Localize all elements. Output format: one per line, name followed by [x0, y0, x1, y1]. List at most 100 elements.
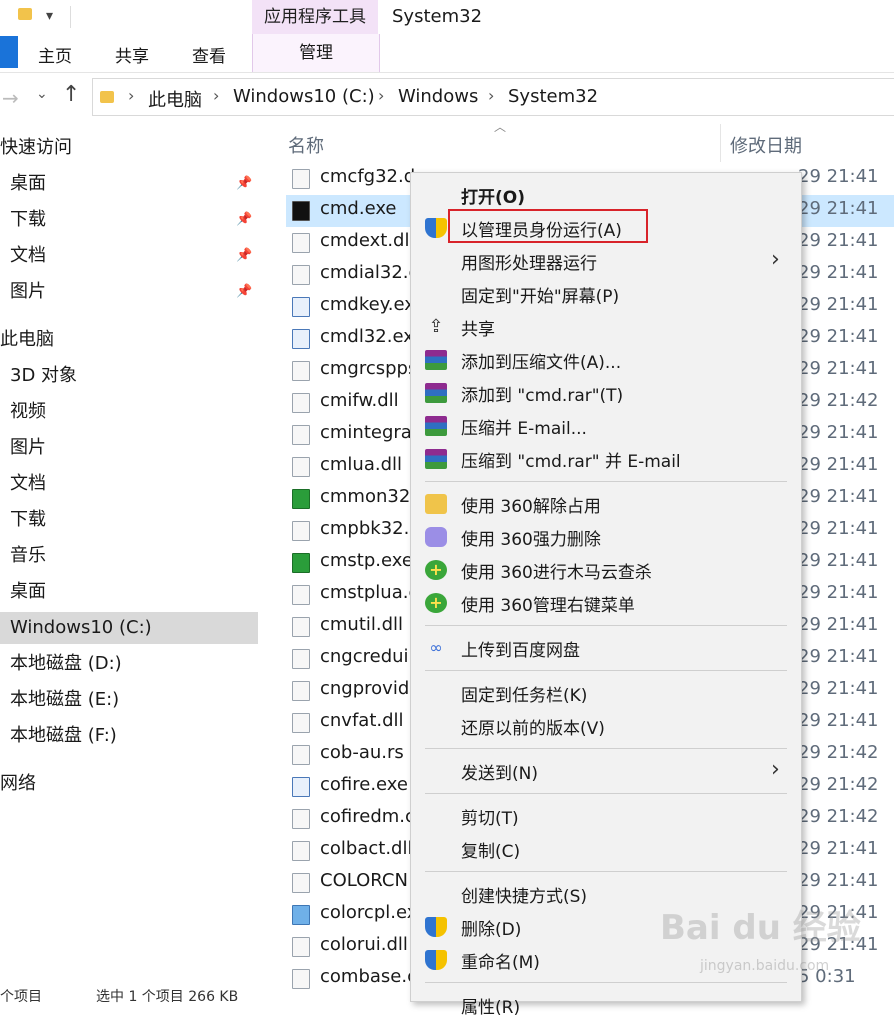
breadcrumb-windows[interactable]: Windows	[398, 86, 478, 107]
360-unlock-icon	[425, 494, 447, 514]
tab-home[interactable]: 主页	[38, 42, 72, 67]
breadcrumb-separator-icon[interactable]: ›	[378, 86, 384, 105]
sidebar-item-label: Windows10 (C:)	[10, 617, 152, 638]
status-bar: 个项目 选中 1 个项目 266 KB	[0, 986, 894, 1005]
watermark-logo: Bai du 经验	[660, 908, 861, 948]
tab-file[interactable]	[0, 36, 18, 68]
tab-manage[interactable]: 管理	[252, 34, 380, 72]
sidebar-item[interactable]: 本地磁盘 (E:)	[0, 684, 258, 716]
menu-item[interactable]: 压缩到 "cmd.rar" 并 E-mail	[411, 443, 801, 475]
menu-item[interactable]: 剪切(T)	[411, 800, 801, 832]
menu-item[interactable]: 用图形处理器运行 ›	[411, 245, 801, 277]
menu-separator	[425, 982, 787, 983]
column-header-name[interactable]: 名称	[288, 132, 324, 158]
menu-item[interactable]: 固定到"开始"屏幕(P)	[411, 278, 801, 310]
menu-item[interactable]: 发送到(N) ›	[411, 755, 801, 787]
file-icon	[292, 425, 310, 445]
window-title: System32	[392, 6, 483, 27]
breadcrumb-this-pc[interactable]: 此电脑	[148, 86, 202, 112]
column-header-date[interactable]: 修改日期	[730, 132, 802, 158]
sidebar-item[interactable]: 视频	[0, 396, 258, 428]
sidebar-item[interactable]: 网络	[0, 768, 258, 800]
menu-item[interactable]: 使用 360强力删除	[411, 521, 801, 553]
file-icon	[292, 745, 310, 765]
file-name: colbact.dll	[320, 838, 413, 859]
sidebar-item[interactable]: 下载	[0, 504, 258, 536]
file-icon	[292, 361, 310, 381]
menu-item[interactable]: + 使用 360管理右键菜单	[411, 587, 801, 619]
pin-icon[interactable]: 📌	[236, 240, 252, 272]
menu-item[interactable]: 还原以前的版本(V)	[411, 710, 801, 742]
menu-item-label: 上传到百度网盘	[461, 641, 580, 661]
menu-item-label: 用图形处理器运行	[461, 254, 597, 274]
file-icon	[292, 233, 310, 253]
chevron-right-icon: ›	[771, 247, 780, 272]
menu-item[interactable]: ∞ 上传到百度网盘	[411, 632, 801, 664]
sidebar-item[interactable]: 桌面 📌	[0, 168, 258, 200]
file-name: cmdial32.c	[320, 262, 419, 283]
breadcrumb-drive-c[interactable]: Windows10 (C:)	[233, 86, 375, 107]
sidebar-item[interactable]: 桌面	[0, 576, 258, 608]
menu-item[interactable]: 使用 360解除占用	[411, 488, 801, 520]
recent-locations-chevron-icon[interactable]: ⌄	[36, 86, 48, 102]
sidebar-item-label: 图片	[10, 281, 46, 302]
sidebar-item[interactable]: 本地磁盘 (F:)	[0, 720, 258, 752]
sidebar-item[interactable]: 文档	[0, 468, 258, 500]
column-divider[interactable]	[720, 124, 721, 162]
menu-item[interactable]: 复制(C)	[411, 833, 801, 865]
360-shred-icon	[425, 527, 447, 547]
file-name: combase.c	[320, 966, 417, 987]
file-date: 29 21:41	[798, 582, 879, 603]
sidebar-item[interactable]: 下载 📌	[0, 204, 258, 236]
menu-item[interactable]: 固定到任务栏(K)	[411, 677, 801, 709]
folder-icon	[100, 88, 114, 107]
breadcrumb-system32[interactable]: System32	[508, 86, 598, 107]
file-date: 29 21:41	[798, 294, 879, 315]
tab-share[interactable]: 共享	[115, 42, 149, 67]
sidebar-item[interactable]: 音乐	[0, 540, 258, 572]
breadcrumb-separator-icon[interactable]: ›	[213, 86, 219, 105]
pin-icon[interactable]: 📌	[236, 168, 252, 200]
context-menu: 打开(O) 以管理员身份运行(A) 用图形处理器运行 › 固定到"开始"屏幕(P) ⇪ 共享…	[410, 172, 802, 1018]
menu-item[interactable]: 添加到 "cmd.rar"(T)	[411, 377, 801, 409]
sidebar-item[interactable]: 此电脑	[0, 324, 258, 356]
file-date: 29 21:41	[798, 198, 879, 219]
sidebar-item[interactable]: 图片	[0, 432, 258, 464]
pin-icon[interactable]: 📌	[236, 276, 252, 308]
sidebar-item[interactable]: 图片 📌	[0, 276, 258, 308]
file-date: 29 21:41	[798, 230, 879, 251]
file-icon	[292, 297, 310, 317]
tab-view[interactable]: 查看	[192, 42, 226, 67]
sidebar-item[interactable]: Windows10 (C:)	[0, 612, 258, 644]
file-icon	[292, 777, 310, 797]
menu-item-label: 添加到压缩文件(A)...	[461, 353, 622, 373]
folder-icon[interactable]	[18, 8, 32, 24]
sidebar-item[interactable]: 快速访问	[0, 132, 258, 164]
menu-item[interactable]: ⇪ 共享	[411, 311, 801, 343]
breadcrumb-separator-icon[interactable]: ›	[128, 86, 134, 105]
file-icon	[292, 265, 310, 285]
sidebar-item[interactable]: 文档 📌	[0, 240, 258, 272]
menu-item-label: 使用 360管理右键菜单	[461, 596, 635, 616]
chevron-down-icon[interactable]: ▾	[46, 8, 53, 24]
breadcrumb-separator-icon[interactable]: ›	[488, 86, 494, 105]
up-arrow-icon[interactable]: ↑	[62, 82, 80, 107]
sidebar-item[interactable]: 3D 对象	[0, 360, 258, 392]
file-date: 29 21:41	[798, 166, 879, 187]
back-arrow-icon[interactable]: →	[2, 86, 19, 110]
menu-item[interactable]: 打开(O)	[411, 179, 801, 211]
file-date: 29 21:42	[798, 774, 879, 795]
share-icon: ⇪	[428, 316, 444, 337]
menu-item[interactable]: + 使用 360进行木马云查杀	[411, 554, 801, 586]
sidebar-item[interactable]: 本地磁盘 (D:)	[0, 648, 258, 680]
file-date: 29 21:42	[798, 390, 879, 411]
pin-icon[interactable]: 📌	[236, 204, 252, 236]
sidebar-item-label: 下载	[10, 509, 46, 530]
menu-item[interactable]: 压缩并 E-mail...	[411, 410, 801, 442]
baidu-netdisk-icon: ∞	[429, 638, 443, 657]
sidebar-item-label: 此电脑	[0, 329, 54, 350]
menu-item-label: 压缩并 E-mail...	[461, 419, 587, 439]
context-group-label: 应用程序工具	[264, 7, 366, 27]
menu-item[interactable]: 添加到压缩文件(A)...	[411, 344, 801, 376]
file-date: 29 21:41	[798, 486, 879, 507]
